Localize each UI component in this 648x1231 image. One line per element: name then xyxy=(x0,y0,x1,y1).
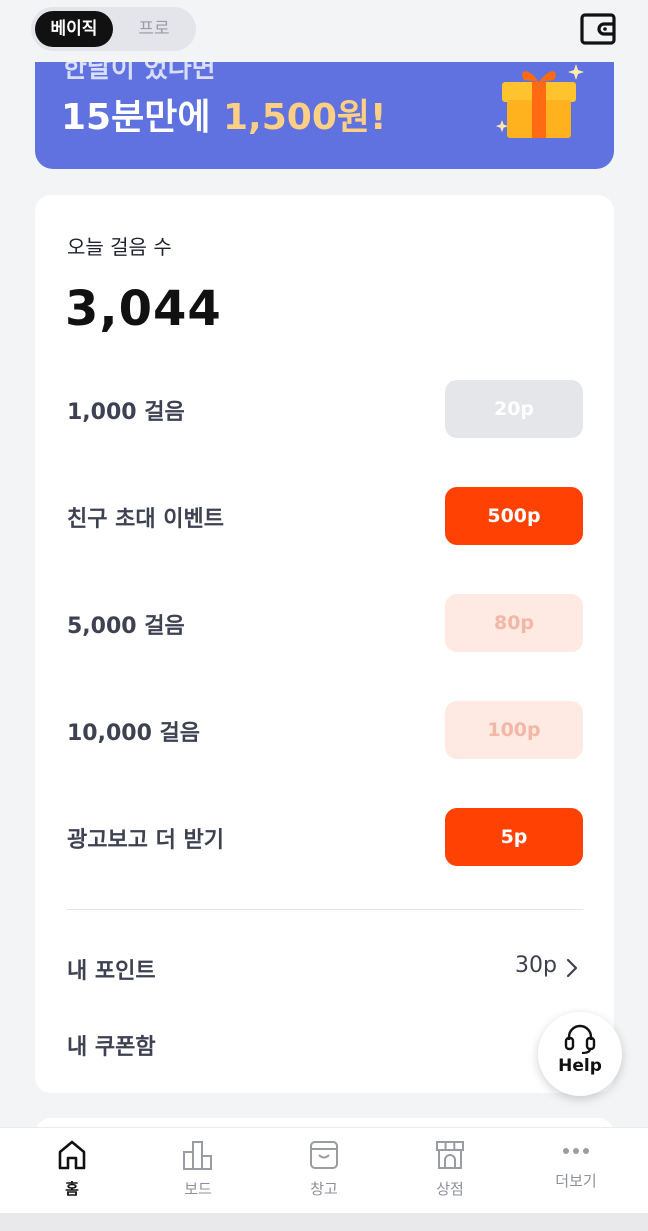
headset-icon xyxy=(564,1024,596,1055)
banner-headline-prefix: 15분만에 xyxy=(61,97,223,138)
reward-claim-button[interactable]: 500p xyxy=(445,487,583,545)
mode-basic-option[interactable]: 베이직 xyxy=(35,11,113,47)
more-icon xyxy=(563,1148,589,1154)
reward-row: 친구 초대 이벤트 500p xyxy=(67,487,583,545)
top-bar: 베이직 프로 xyxy=(0,0,648,62)
reward-claim-button[interactable]: 80p xyxy=(445,594,583,652)
reward-label: 5,000 걸음 xyxy=(67,614,185,639)
nav-board[interactable]: 보드 xyxy=(153,1138,243,1199)
my-points-value: 30p xyxy=(515,953,557,978)
mode-pro-option[interactable]: 프로 xyxy=(115,11,193,47)
my-points-label: 내 포인트 xyxy=(67,959,156,984)
bottom-nav: 홈 보드 창고 상점 더보기 xyxy=(0,1127,648,1213)
home-icon xyxy=(58,1140,86,1170)
mode-toggle[interactable]: 베이직 프로 xyxy=(31,7,196,51)
reward-claim-button[interactable]: 20p xyxy=(445,380,583,438)
system-nav-strip xyxy=(0,1213,648,1231)
wallet-icon[interactable] xyxy=(580,12,616,46)
nav-label: 상점 xyxy=(436,1180,464,1198)
my-points-row[interactable]: 내 포인트 30p xyxy=(67,947,583,987)
chevron-right-icon xyxy=(566,958,578,978)
steps-card: 오늘 걸음 수 3,044 1,000 걸음 20p 친구 초대 이벤트 500… xyxy=(35,195,614,1093)
nav-home[interactable]: 홈 xyxy=(27,1138,117,1199)
watch-ad-button[interactable]: 5p xyxy=(445,808,583,866)
nav-store[interactable]: 상점 xyxy=(405,1138,495,1199)
help-label: Help xyxy=(558,1056,602,1076)
nav-label: 홈 xyxy=(65,1180,79,1198)
reward-label: 1,000 걸음 xyxy=(67,400,185,425)
my-coupons-label: 내 쿠폰함 xyxy=(67,1035,156,1060)
bar-chart-icon xyxy=(183,1141,212,1170)
reward-label: 10,000 걸음 xyxy=(67,721,201,746)
steps-label: 오늘 걸음 수 xyxy=(67,235,172,259)
my-coupons-row[interactable]: 내 쿠폰함 xyxy=(67,1023,583,1063)
reward-label: 친구 초대 이벤트 xyxy=(67,507,224,532)
reward-row: 1,000 걸음 20p xyxy=(67,380,583,438)
nav-storage[interactable]: 창고 xyxy=(279,1138,369,1199)
nav-label: 보드 xyxy=(184,1180,212,1198)
promo-banner[interactable]: 한달이 었다면 15분만에 1,500원! xyxy=(35,50,614,169)
divider xyxy=(67,909,583,910)
nav-label: 창고 xyxy=(310,1180,338,1198)
gift-icon xyxy=(490,54,590,154)
reward-row: 10,000 걸음 100p xyxy=(67,701,583,759)
nav-more[interactable]: 더보기 xyxy=(531,1138,621,1191)
store-icon xyxy=(436,1141,464,1169)
box-icon xyxy=(310,1141,338,1169)
reward-row: 광고보고 더 받기 5p xyxy=(67,808,583,866)
reward-row: 5,000 걸음 80p xyxy=(67,594,583,652)
banner-headline: 15분만에 1,500원! xyxy=(61,88,386,140)
help-button[interactable]: Help xyxy=(538,1012,622,1096)
nav-label: 더보기 xyxy=(555,1172,597,1190)
reward-claim-button[interactable]: 100p xyxy=(445,701,583,759)
steps-count: 3,044 xyxy=(65,281,222,337)
banner-headline-highlight: 1,500원! xyxy=(223,97,387,138)
reward-label: 광고보고 더 받기 xyxy=(67,828,224,853)
